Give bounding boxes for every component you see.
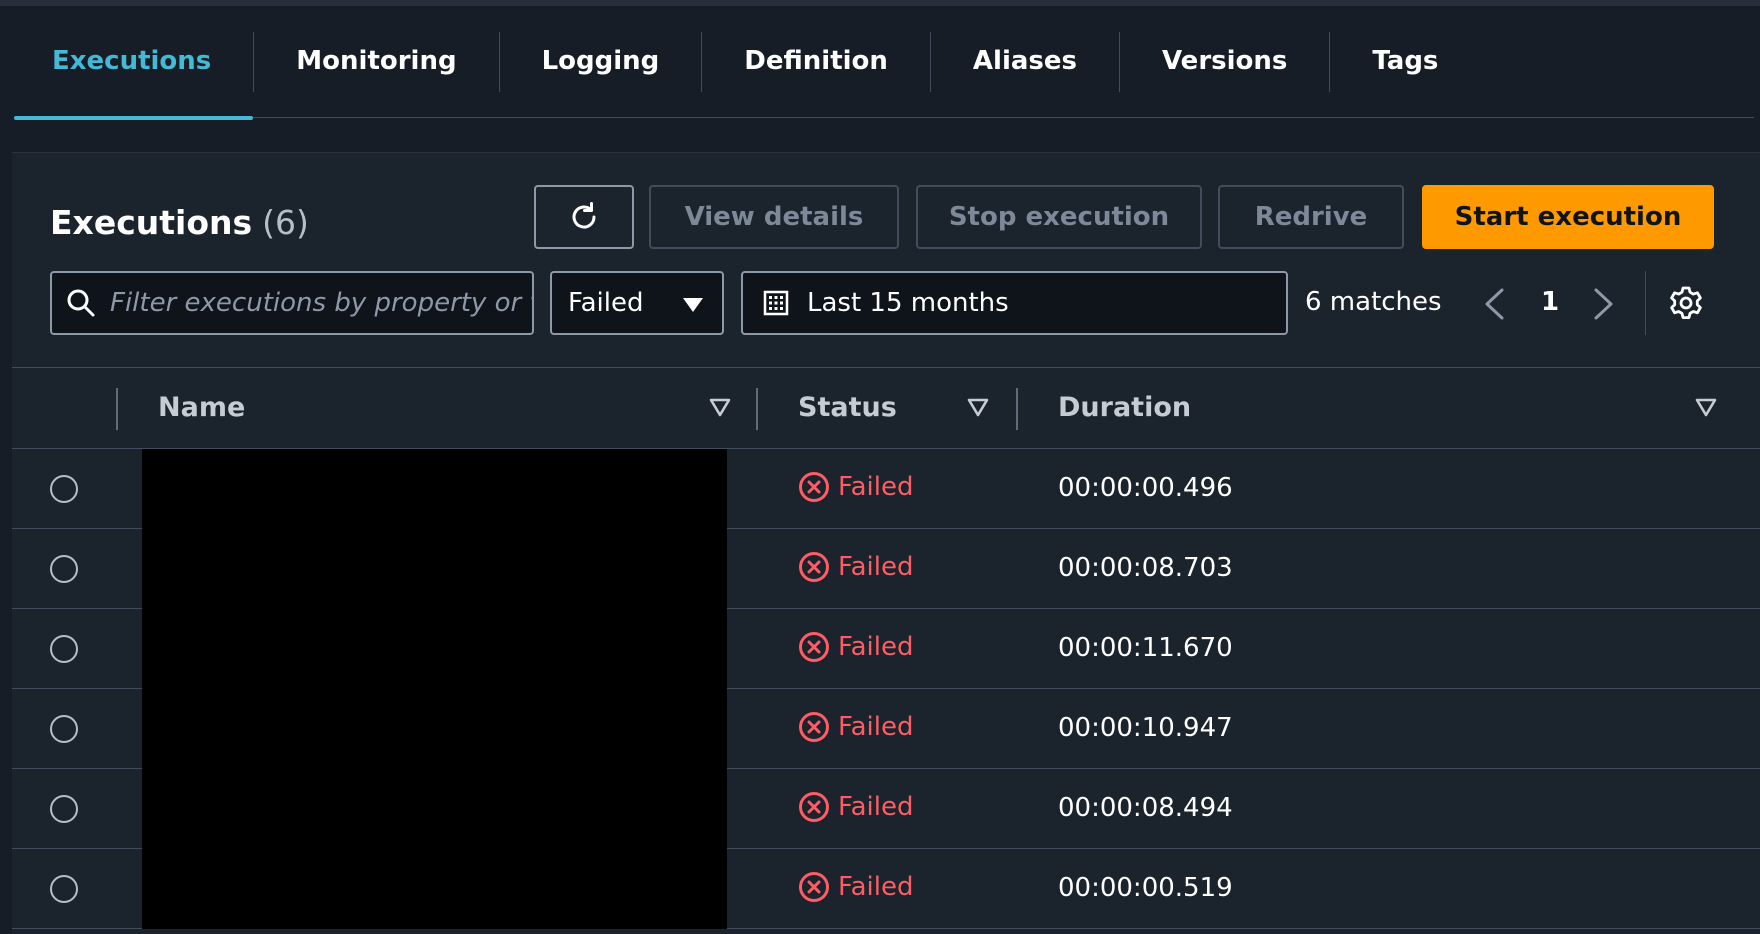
redacted-name-cell[interactable] [142, 449, 727, 529]
date-range-value: Last 15 months [807, 288, 1009, 318]
status-text: Failed [838, 792, 914, 822]
status-cell: Failed [798, 871, 913, 903]
status-cell: Failed [798, 791, 913, 823]
duration-cell: 00:00:00.496 [1058, 473, 1233, 503]
date-range-filter[interactable]: Last 15 months [741, 271, 1288, 335]
view-details-button[interactable]: View details [649, 185, 899, 249]
start-execution-button[interactable]: Start execution [1422, 185, 1714, 249]
column-header-name[interactable]: Name [158, 392, 245, 423]
column-divider [1016, 388, 1018, 430]
execution-count: (6) [262, 203, 309, 242]
search-icon [67, 289, 95, 317]
stop-execution-button[interactable]: Stop execution [916, 185, 1202, 249]
gear-icon[interactable] [1668, 285, 1704, 321]
error-x-icon [799, 792, 829, 822]
table-row[interactable]: Failed 00:00:08.494 [12, 769, 1760, 849]
redrive-button[interactable]: Redrive [1218, 185, 1404, 249]
status-cell: Failed [798, 471, 913, 503]
duration-cell: 00:00:00.519 [1058, 873, 1233, 903]
caret-down-icon [683, 298, 703, 312]
chevron-right-icon[interactable] [1590, 287, 1618, 321]
column-divider [756, 388, 758, 430]
sort-down-icon[interactable] [709, 398, 731, 418]
panel-title: Executions (6) [50, 203, 309, 242]
sort-down-icon[interactable] [967, 398, 989, 418]
status-text: Failed [838, 872, 914, 902]
executions-panel: Executions (6) View details Stop executio… [12, 152, 1760, 934]
tab-tags[interactable]: Tags [1330, 24, 1480, 118]
tab-bar: Executions Monitoring Logging Definition… [14, 24, 1754, 120]
status-filter-select[interactable]: Failed [550, 271, 724, 335]
table-row[interactable]: Failed 00:00:11.670 [12, 609, 1760, 689]
panel-title-text: Executions [50, 203, 253, 242]
duration-cell: 00:00:10.947 [1058, 713, 1233, 743]
sort-down-icon[interactable] [1695, 398, 1717, 418]
error-x-icon [799, 712, 829, 742]
status-filter-value: Failed [568, 288, 644, 318]
column-header-duration[interactable]: Duration [1058, 392, 1191, 423]
table-row[interactable]: Failed 00:00:10.947 [12, 689, 1760, 769]
redacted-name-cell[interactable] [142, 849, 727, 929]
table-row[interactable]: Failed 00:00:08.703 [12, 529, 1760, 609]
error-x-icon [799, 472, 829, 502]
page-number[interactable]: 1 [1541, 287, 1559, 317]
column-header-status[interactable]: Status [798, 392, 897, 423]
row-select-radio[interactable] [50, 475, 78, 503]
tab-monitoring[interactable]: Monitoring [254, 24, 498, 118]
redacted-name-cell[interactable] [142, 689, 727, 769]
status-text: Failed [838, 632, 914, 662]
tab-executions[interactable]: Executions [14, 24, 254, 120]
top-border [0, 0, 1760, 6]
redacted-name-cell[interactable] [142, 769, 727, 849]
refresh-button[interactable] [534, 185, 634, 249]
tab-aliases[interactable]: Aliases [931, 24, 1119, 118]
duration-cell: 00:00:08.703 [1058, 553, 1233, 583]
status-cell: Failed [798, 711, 913, 743]
pager-divider [1645, 271, 1646, 335]
error-x-icon [799, 552, 829, 582]
search-field[interactable] [50, 271, 534, 335]
tab-versions[interactable]: Versions [1120, 24, 1329, 118]
duration-cell: 00:00:08.494 [1058, 793, 1233, 823]
redacted-name-cell[interactable] [142, 529, 727, 609]
refresh-icon [572, 202, 596, 229]
tab-definition[interactable]: Definition [702, 24, 930, 118]
row-select-radio[interactable] [50, 795, 78, 823]
table-header: Name Status Duration [12, 367, 1760, 449]
row-select-radio[interactable] [50, 555, 78, 583]
status-cell: Failed [798, 631, 913, 663]
column-divider [116, 388, 118, 430]
status-text: Failed [838, 712, 914, 742]
error-x-icon [799, 872, 829, 902]
redacted-name-cell[interactable] [142, 609, 727, 689]
table-row[interactable]: Failed 00:00:00.496 [12, 449, 1760, 529]
row-select-radio[interactable] [50, 635, 78, 663]
table-row[interactable]: Failed 00:00:00.519 [12, 849, 1760, 929]
status-text: Failed [838, 472, 914, 502]
status-text: Failed [838, 552, 914, 582]
duration-cell: 00:00:11.670 [1058, 633, 1233, 663]
calendar-icon [763, 290, 789, 316]
matches-count: 6 matches [1305, 287, 1442, 317]
tab-logging[interactable]: Logging [500, 24, 702, 118]
row-select-radio[interactable] [50, 715, 78, 743]
status-cell: Failed [798, 551, 913, 583]
chevron-left-icon[interactable] [1480, 287, 1508, 321]
search-input[interactable] [110, 288, 532, 318]
row-select-radio[interactable] [50, 875, 78, 903]
error-x-icon [799, 632, 829, 662]
